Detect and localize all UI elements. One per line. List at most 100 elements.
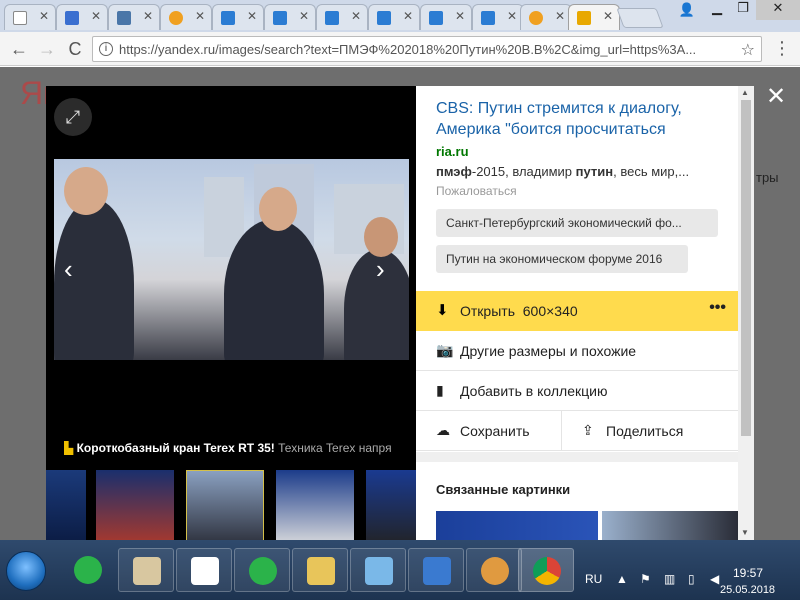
close-icon[interactable]: ✕ (91, 9, 101, 23)
ad-title[interactable]: Короткобазный кран Terex RT 35! (77, 441, 275, 455)
window-icon (377, 11, 391, 25)
source-title-link[interactable]: CBS: Путин стремится к диалогу, Америка … (436, 98, 726, 140)
tag-chip[interactable]: Путин на экономическом форуме 2016 (436, 245, 688, 273)
thumbnail[interactable] (96, 470, 174, 540)
taskbar-app[interactable] (350, 548, 406, 592)
window-icon (481, 11, 495, 25)
browser-tab[interactable]: ✕ (472, 4, 524, 30)
close-icon[interactable]: ✕ (143, 9, 153, 23)
browser-menu-icon[interactable]: ⋮ (772, 38, 792, 60)
scroll-up-icon[interactable]: ▲ (741, 88, 749, 97)
tab-strip: ✕ ✕ ✕ ✕ ✕ ✕ ✕ ✕ ✕ ✕ ✕ ✕ 👤 ▁ ❐ ✕ (0, 0, 800, 32)
browser-toolbar: ← → C i https://yandex.ru/images/search?… (0, 32, 800, 66)
add-collection-button[interactable]: ▮ Добавить в коллекцию (416, 371, 738, 411)
tray-arrow-icon[interactable]: ▲ (616, 572, 628, 586)
save-button[interactable]: ☁ Сохранить (416, 411, 561, 451)
thumbnail[interactable] (366, 470, 416, 540)
close-icon[interactable]: ✕ (507, 9, 517, 23)
user-icon[interactable]: 👤 (676, 2, 698, 20)
fullscreen-icon[interactable]: ⤢ (54, 98, 92, 136)
close-icon[interactable]: ✕ (351, 9, 361, 23)
window-icon (429, 11, 443, 25)
language-indicator[interactable]: RU (585, 572, 602, 586)
share-icon: ⇪ (582, 422, 594, 438)
panel-scrollbar[interactable]: ▲ ▼ (738, 86, 754, 540)
other-sizes-button[interactable]: 📷 Другие размеры и похожие (416, 331, 738, 371)
reload-button[interactable]: C (64, 38, 86, 60)
ad-text[interactable]: Техника Terex напря (278, 441, 391, 455)
page-content: Ян тры ⤢ ⌗ ‹ › ▙ Короткобазный кран Tere… (0, 67, 800, 540)
share-button[interactable]: ⇪ Поделиться (561, 411, 738, 451)
close-icon[interactable]: ✕ (403, 9, 413, 23)
snippet-bold: пмэф (436, 164, 472, 179)
volume-icon[interactable]: ◀ (710, 572, 719, 586)
main-image[interactable] (54, 159, 409, 360)
taskbar-app[interactable] (466, 548, 522, 592)
complain-link[interactable]: Пожаловаться (436, 184, 517, 198)
close-icon[interactable]: ✕ (247, 9, 257, 23)
network-icon[interactable]: ▥ (664, 572, 675, 586)
related-images-title: Связанные картинки (436, 482, 571, 497)
new-tab-button[interactable] (616, 8, 664, 28)
image-info-panel: CBS: Путин стремится к диалогу, Америка … (416, 86, 738, 540)
star-icon[interactable]: ☆ (741, 40, 755, 60)
taskbar-app[interactable] (60, 548, 116, 592)
browser-tab[interactable]: ✕ (4, 4, 56, 30)
close-icon[interactable]: ✕ (603, 9, 613, 23)
taskbar-app[interactable] (176, 548, 232, 592)
open-image-button[interactable]: ⬇ Открыть 600×340 ••• (416, 291, 738, 331)
save-label: Сохранить (460, 423, 530, 439)
close-viewer-icon[interactable]: ✕ (766, 82, 786, 111)
browser-tab[interactable]: ✕ (316, 4, 368, 30)
close-icon[interactable]: ✕ (455, 9, 465, 23)
address-bar[interactable]: i https://yandex.ru/images/search?text=П… (92, 36, 762, 62)
thumbnail-selected[interactable] (186, 470, 264, 540)
scroll-thumb[interactable] (741, 100, 751, 436)
vk-icon (117, 11, 131, 25)
url-text[interactable]: https://yandex.ru/images/search?text=ПМЭ… (119, 42, 729, 57)
ad-caption[interactable]: ▙ Короткобазный кран Terex RT 35! Техник… (64, 441, 416, 455)
scroll-down-icon[interactable]: ▼ (741, 528, 749, 537)
restore-icon[interactable]: ❐ (730, 0, 756, 20)
prev-arrow-icon[interactable]: ‹ (64, 254, 73, 285)
browser-tab[interactable]: ✕ (212, 4, 264, 30)
close-icon[interactable]: ✕ (39, 9, 49, 23)
taskbar-app[interactable] (234, 548, 290, 592)
browser-tab[interactable]: ✕ (420, 4, 472, 30)
close-icon[interactable]: ✕ (299, 9, 309, 23)
related-image[interactable] (436, 511, 598, 540)
clock-time[interactable]: 19:57 (733, 566, 763, 580)
notes-icon (133, 557, 161, 585)
browser-tab[interactable]: ✕ (56, 4, 108, 30)
browser-tab[interactable]: ✕ (108, 4, 160, 30)
forward-button[interactable]: → (36, 38, 58, 60)
window-close-icon[interactable]: ✕ (756, 0, 800, 20)
source-site-link[interactable]: ria.ru (436, 144, 469, 159)
taskbar-app[interactable] (292, 548, 348, 592)
taskbar-app[interactable] (118, 548, 174, 592)
browser-tab[interactable]: ✕ (520, 4, 572, 30)
power-icon[interactable]: ▯ (688, 572, 695, 586)
clock-date[interactable]: 25.05.2018 (720, 584, 775, 596)
close-icon[interactable]: ✕ (195, 9, 205, 23)
more-options-icon[interactable]: ••• (709, 299, 726, 317)
flag-icon[interactable]: ⚑ (640, 572, 651, 586)
thumbnail-strip (46, 468, 416, 540)
next-arrow-icon[interactable]: › (376, 254, 385, 285)
browser-tab[interactable]: ✕ (264, 4, 316, 30)
thumbnail[interactable] (276, 470, 354, 540)
taskbar-app-chrome[interactable] (518, 548, 574, 592)
close-icon[interactable]: ✕ (555, 9, 565, 23)
taskbar-app[interactable] (408, 548, 464, 592)
slash-icon (65, 11, 79, 25)
minimize-icon[interactable]: ▁ (704, 0, 730, 20)
back-button[interactable]: ← (8, 38, 30, 60)
tag-chip[interactable]: Санкт-Петербургский экономический фо... (436, 209, 718, 237)
related-image[interactable] (602, 511, 738, 540)
info-icon[interactable]: i (99, 42, 113, 56)
browser-tab[interactable]: ✕ (160, 4, 212, 30)
browser-tab-active[interactable]: ✕ (568, 4, 620, 30)
thumbnail[interactable] (46, 470, 86, 540)
start-button[interactable] (6, 551, 46, 591)
browser-tab[interactable]: ✕ (368, 4, 420, 30)
